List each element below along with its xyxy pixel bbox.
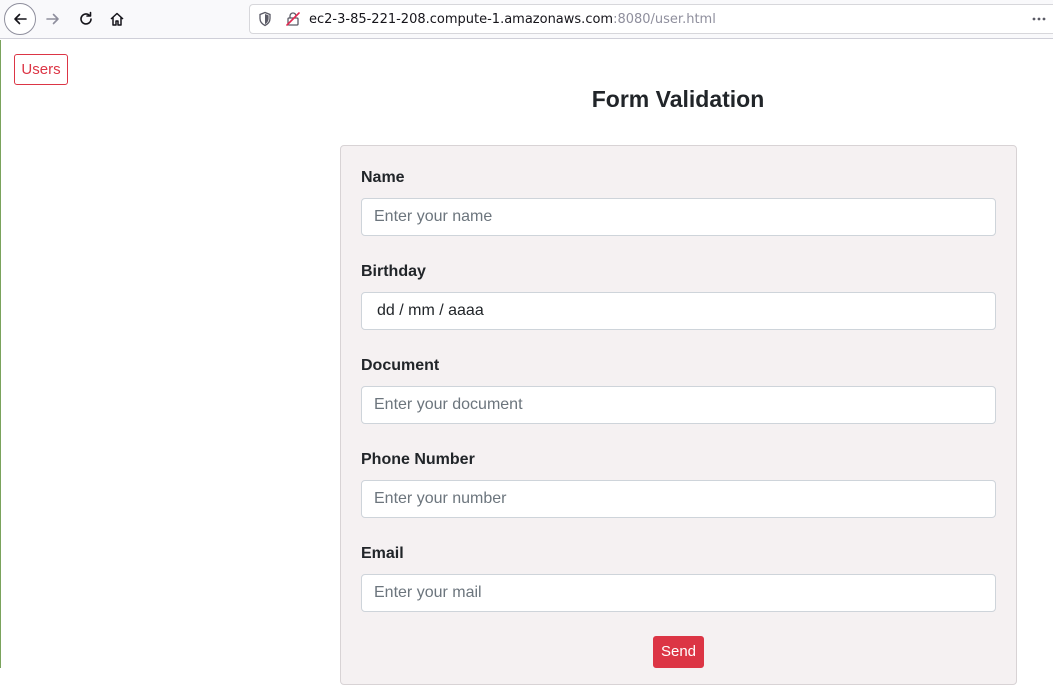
birthday-field[interactable]: dd / mm / aaaa — [361, 292, 996, 330]
phone-number-field[interactable] — [361, 480, 996, 518]
reload-icon — [80, 11, 92, 25]
users-button[interactable]: Users — [14, 54, 68, 85]
name-field[interactable] — [361, 198, 996, 236]
forward-arrow-icon — [46, 13, 59, 25]
back-arrow-icon — [14, 13, 27, 25]
document-field[interactable] — [361, 386, 996, 424]
birthday-label: Birthday — [361, 263, 426, 280]
url-text[interactable]: ec2-3-85-221-208.compute-1.amazonaws.com… — [309, 12, 716, 27]
address-bar[interactable]: ec2-3-85-221-208.compute-1.amazonaws.com… — [249, 4, 1053, 34]
email-label: Email — [361, 545, 404, 562]
url-host: ec2-3-85-221-208.compute-1.amazonaws.com — [309, 12, 614, 27]
ellipsis-icon[interactable] — [1031, 11, 1047, 27]
shield-icon[interactable] — [257, 11, 273, 27]
back-button[interactable] — [4, 3, 36, 35]
insecure-lock-icon[interactable] — [285, 11, 301, 27]
page-title: Form Validation — [591, 86, 765, 112]
email-field[interactable] — [361, 574, 996, 612]
user-form: Name Birthday dd / mm / aaaa Document Ph… — [340, 145, 1017, 685]
home-button[interactable] — [101, 4, 133, 34]
phone-number-label: Phone Number — [361, 451, 475, 468]
document-label: Document — [361, 357, 440, 374]
home-icon — [110, 12, 124, 26]
page-content: Users Form Validation Name Birthday dd /… — [0, 40, 1053, 685]
reload-button[interactable] — [70, 4, 102, 34]
forward-button[interactable] — [37, 4, 69, 34]
url-path: :8080/user.html — [613, 12, 716, 27]
name-label: Name — [361, 169, 405, 186]
browser-toolbar: ec2-3-85-221-208.compute-1.amazonaws.com… — [0, 0, 1053, 39]
send-button[interactable]: Send — [653, 636, 704, 668]
